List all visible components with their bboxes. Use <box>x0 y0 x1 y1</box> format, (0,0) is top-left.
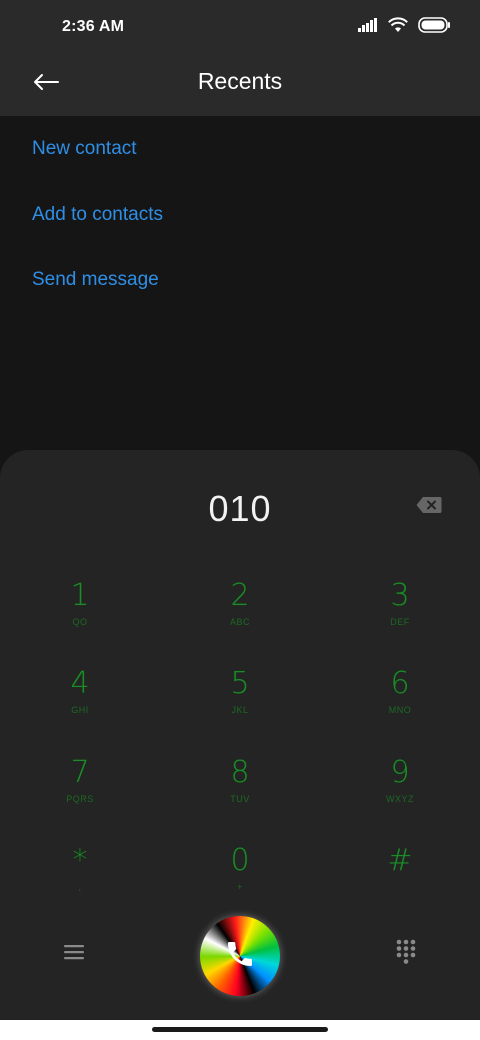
dialed-number[interactable]: 010 <box>0 488 480 530</box>
home-indicator[interactable] <box>152 1027 328 1032</box>
dial-key-5[interactable]: 5 JKL <box>180 666 300 738</box>
dialer-screen: 2:36 AM Recents New contact Add to conta… <box>0 0 480 1040</box>
new-contact-link[interactable]: New contact <box>32 138 137 160</box>
key-letters: ABC <box>229 617 250 627</box>
dial-key-1[interactable]: 1 QO <box>20 578 140 650</box>
dial-key-6[interactable]: 6 MNO <box>340 666 460 738</box>
menu-icon <box>64 944 84 965</box>
keypad-toggle-button[interactable] <box>386 934 426 974</box>
phone-icon <box>224 938 256 975</box>
backspace-button[interactable] <box>416 496 446 518</box>
add-to-contacts-link[interactable]: Add to contacts <box>32 204 163 226</box>
key-letters: GHI <box>71 705 89 715</box>
dial-key-4[interactable]: 4 GHI <box>20 666 140 738</box>
send-message-link[interactable]: Send message <box>32 269 159 291</box>
key-letters: , <box>78 882 82 892</box>
key-digit: 0 <box>230 843 250 878</box>
dial-key-hash[interactable]: # <box>340 843 460 915</box>
key-letters: TUV <box>230 794 250 804</box>
dial-key-2[interactable]: 2 ABC <box>180 578 300 650</box>
key-digit: 7 <box>70 755 90 790</box>
dial-key-star[interactable]: * , <box>20 843 140 915</box>
key-letters: QO <box>72 617 88 627</box>
key-digit: 1 <box>70 578 90 613</box>
key-digit: 6 <box>390 666 410 701</box>
key-digit: 8 <box>230 755 250 790</box>
dial-key-7[interactable]: 7 PQRS <box>20 755 140 827</box>
key-letters: MNO <box>388 705 412 715</box>
dial-key-0[interactable]: 0 + <box>180 843 300 915</box>
battery-icon <box>418 16 450 38</box>
status-bar: 2:36 AM <box>0 0 480 56</box>
key-digit: 5 <box>230 666 250 701</box>
menu-button[interactable] <box>54 934 94 974</box>
status-icons <box>358 16 450 38</box>
key-letters: DEF <box>390 617 410 627</box>
app-header: Recents <box>0 56 480 116</box>
system-nav-bar <box>0 1020 480 1040</box>
key-letters: + <box>237 882 243 892</box>
backspace-icon <box>416 497 442 518</box>
status-time: 2:36 AM <box>62 18 125 35</box>
key-letters: WXYZ <box>386 794 414 804</box>
page-title: Recents <box>197 68 283 94</box>
key-digit: # <box>387 843 413 878</box>
wifi-icon <box>388 16 408 38</box>
dialpad-grid-icon <box>396 939 416 970</box>
key-digit: 9 <box>390 755 410 790</box>
dial-key-8[interactable]: 8 TUV <box>180 755 300 827</box>
dialpad-panel: 010 1 QO 2 ABC 3 DEF 4 GHI 5 JKL 6 MNO 7… <box>0 450 480 1020</box>
key-digit: 3 <box>390 578 410 613</box>
dial-key-3[interactable]: 3 DEF <box>340 578 460 650</box>
dial-key-9[interactable]: 9 WXYZ <box>340 755 460 827</box>
key-digit: 4 <box>70 666 90 701</box>
signal-icon <box>358 17 378 37</box>
key-letters: PQRS <box>66 794 94 804</box>
key-letters: JKL <box>231 705 249 715</box>
key-digit: 2 <box>230 578 250 613</box>
call-button[interactable] <box>200 916 280 996</box>
key-digit: * <box>72 843 88 878</box>
